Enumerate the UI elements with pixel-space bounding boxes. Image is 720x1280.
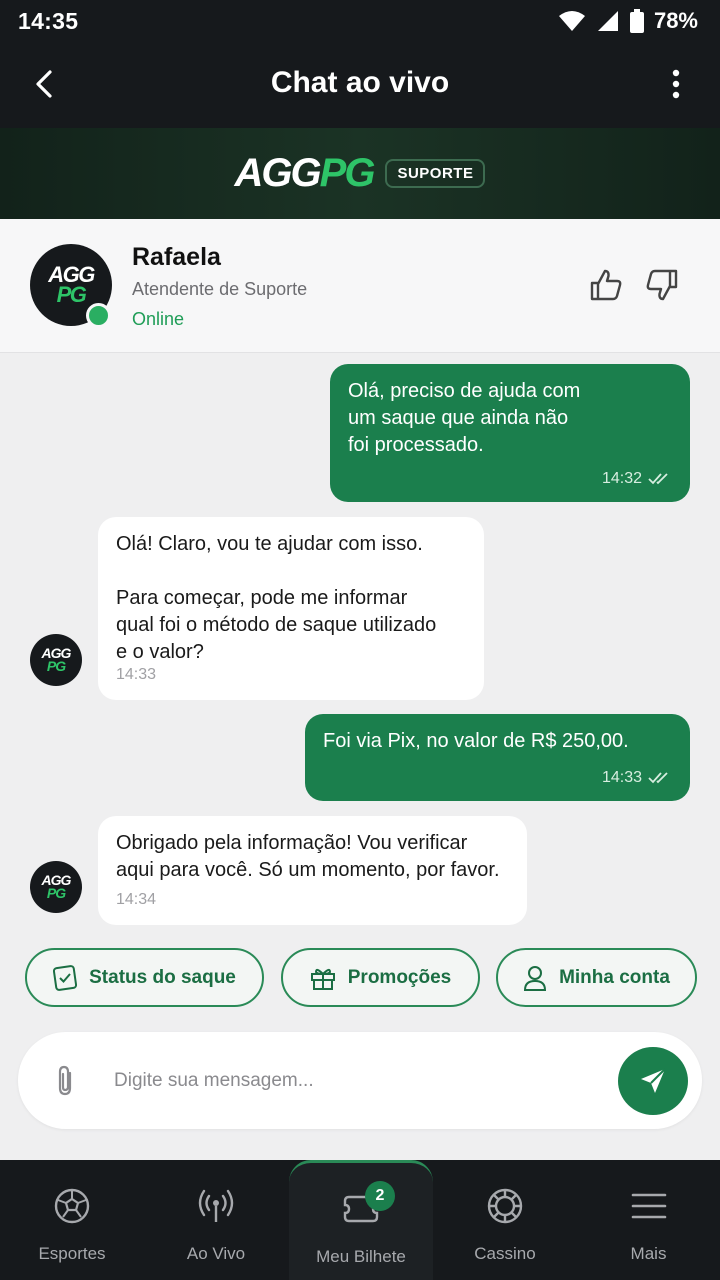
message-meta: 14:32: [602, 465, 672, 492]
agent-avatar-small: AGG PG: [30, 861, 82, 913]
nav-label: Esportes: [38, 1244, 106, 1263]
agent-header: AGG PG Rafaela Atendente de Suporte Onli…: [0, 219, 720, 353]
double-check-icon: [648, 771, 668, 783]
double-check-icon: [648, 472, 668, 484]
battery-icon: [629, 9, 644, 33]
send-button[interactable]: [618, 1047, 688, 1115]
more-options-button[interactable]: [654, 62, 698, 106]
battery-percentage: 78%: [653, 8, 698, 33]
avatar-logo-green: PG: [46, 658, 66, 674]
nav-label: Meu Bilhete: [316, 1247, 406, 1266]
thumbs-up-icon: [590, 269, 622, 301]
wifi-icon: [558, 11, 585, 31]
nav-label: Cassino: [474, 1244, 536, 1263]
nav-item-esportes[interactable]: Esportes: [0, 1160, 144, 1280]
message-time: 14:33: [601, 769, 642, 786]
message-outgoing[interactable]: Foi via Pix, no valor de R$ 250,00. 14:3…: [305, 714, 690, 801]
ticket-count-badge: 2: [365, 1181, 395, 1211]
message-time: 14:34: [116, 891, 157, 908]
message-composer: [18, 1032, 702, 1129]
soccer-ball-icon: [54, 1188, 90, 1224]
casino-chip-icon: [487, 1188, 523, 1224]
agent-name: Rafaela: [132, 243, 221, 271]
support-badge: SUPORTE: [385, 159, 486, 188]
message-time: 14:32: [601, 470, 642, 487]
brand-logo-white: AGG: [234, 151, 322, 195]
brand-logo: AGG PG: [234, 151, 376, 196]
more-vertical-icon: [672, 69, 680, 99]
nav-label: Ao Vivo: [186, 1244, 246, 1263]
nav-label: Mais: [630, 1244, 667, 1263]
online-indicator: [86, 303, 111, 328]
send-icon: [641, 1068, 666, 1093]
brand-banner: AGG PG SUPORTE: [0, 128, 720, 219]
message-meta: 14:33: [602, 764, 672, 791]
agent-role: Atendente de Suporte: [132, 279, 308, 299]
signal-icon: [597, 11, 618, 31]
message-input[interactable]: [114, 1056, 604, 1106]
quick-reply-label: Promoções: [347, 966, 452, 988]
menu-icon: [631, 1193, 666, 1219]
receipt-check-icon: [53, 964, 78, 991]
thumbs-up-button[interactable]: [586, 265, 626, 305]
message-text: Olá! Claro, vou te ajudar com isso. Para…: [116, 533, 437, 663]
quick-reply-label: Minha conta: [559, 966, 670, 988]
message-text: Olá, preciso de ajuda com um saque que a…: [348, 380, 581, 456]
agent-avatar-small: AGG PG: [30, 634, 82, 686]
nav-item-cassino[interactable]: Cassino: [433, 1160, 577, 1280]
brand-logo-green: PG: [319, 151, 376, 195]
status-icons: 78%: [558, 8, 698, 34]
thumbs-down-button[interactable]: [642, 265, 682, 305]
avatar-logo-green: PG: [46, 885, 66, 901]
quick-reply-label: Status do saque: [89, 966, 236, 988]
nav-item-meu-bilhete[interactable]: 2 Meu Bilhete: [289, 1160, 433, 1280]
app-bar: Chat ao vivo: [0, 42, 720, 128]
quick-reply-promocoes[interactable]: Promoções: [281, 948, 480, 1007]
nav-item-ao-vivo[interactable]: Ao Vivo: [144, 1160, 288, 1280]
bottom-navigation: Esportes Ao Vivo 2 Meu Bilhete Cassino M…: [0, 1160, 720, 1280]
message-incoming[interactable]: Olá! Claro, vou te ajudar com isso. Para…: [98, 517, 484, 700]
quick-reply-minha-conta[interactable]: Minha conta: [496, 948, 697, 1007]
gift-icon: [310, 968, 335, 990]
nav-item-mais[interactable]: Mais: [577, 1160, 720, 1280]
broadcast-icon: [198, 1189, 234, 1222]
attach-button[interactable]: [52, 1064, 80, 1098]
user-icon: [524, 965, 547, 991]
paperclip-icon: [58, 1065, 72, 1096]
message-text: Foi via Pix, no valor de R$ 250,00.: [323, 730, 629, 752]
avatar-logo-green: PG: [56, 282, 87, 307]
message-outgoing[interactable]: Olá, preciso de ajuda com um saque que a…: [330, 364, 690, 502]
status-bar: 14:35 78%: [0, 0, 720, 42]
quick-reply-status-do-saque[interactable]: Status do saque: [25, 948, 264, 1007]
agent-status: Online: [132, 309, 185, 329]
message-time: 14:33: [116, 666, 157, 683]
thumbs-down-icon: [646, 269, 678, 301]
status-time: 14:35: [18, 7, 79, 34]
page-title: Chat ao vivo: [270, 66, 450, 99]
message-incoming[interactable]: Obrigado pela informação! Vou verificar …: [98, 816, 527, 925]
message-text: Obrigado pela informação! Vou verificar …: [116, 832, 500, 881]
